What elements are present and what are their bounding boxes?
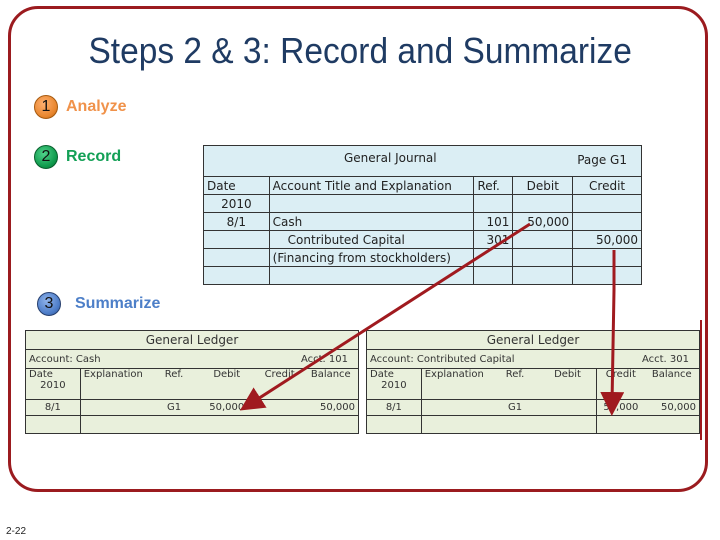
cell-credit [572, 266, 642, 285]
cell-date: 8/1 [366, 399, 422, 416]
cell-date [203, 266, 270, 285]
cell-credit [572, 248, 642, 267]
journal-row: 2010 [203, 194, 642, 213]
cell-ref: 101 [473, 212, 514, 231]
cell-credit [255, 399, 304, 416]
ledger-row [25, 415, 360, 434]
cell-explanation [420, 399, 492, 416]
ledger-account-name: Account: Contributed Capital [370, 353, 515, 365]
ledger-year: 2010 [381, 380, 407, 391]
cell-credit [572, 212, 642, 231]
cell-date: 8/1 [203, 212, 270, 231]
ledger-account-row: Account: Contributed Capital Acct. 301 [366, 349, 700, 369]
journal-row [203, 266, 642, 285]
cell-balance: 50,000 [644, 399, 700, 416]
cell-credit: 50,000 [572, 230, 642, 249]
slide-title: Steps 2 & 3: Record and Summarize [88, 30, 632, 71]
step-1-badge-icon: 1 [34, 95, 58, 119]
header-account: Account Title and Explanation [268, 176, 475, 195]
cell-ref [473, 194, 514, 213]
cell-date [366, 415, 422, 434]
cell-balance: 50,000 [303, 399, 359, 416]
ledger-title-row: General Ledger [25, 330, 359, 350]
cell-date: 8/1 [25, 399, 81, 416]
cell-ref [473, 266, 514, 285]
step-analyze: 1 Analyze [34, 95, 126, 119]
cell-empty [596, 415, 700, 434]
cell-ref [473, 248, 514, 267]
header-balance: Balance [303, 368, 359, 400]
cell-account: Cash [268, 212, 475, 231]
journal-row: Contributed Capital 301 50,000 [203, 230, 642, 249]
step-1-label: Analyze [66, 98, 127, 115]
header-balance: Balance [644, 368, 700, 400]
cell-debit: 50,000 [197, 399, 256, 416]
cell-empty [420, 415, 598, 434]
ledger-account-number: Acct. 301 [641, 353, 689, 365]
ledger-row: 8/1 G1 50,000 50,000 [366, 399, 700, 416]
journal-title-row: General Journal Page G1 [203, 145, 642, 177]
cell-date [203, 248, 270, 267]
ledger-contributed-capital-table: General Ledger Account: Contributed Capi… [366, 330, 700, 434]
step-3-label: Summarize [75, 295, 161, 312]
ledger-row [366, 415, 700, 434]
cell-empty [79, 415, 360, 434]
cell-account: Contributed Capital [268, 230, 475, 249]
cell-credit [572, 194, 642, 213]
cell-date [25, 415, 81, 434]
cell-debit: 50,000 [512, 212, 574, 231]
ledger-account-name: Account: Cash [29, 353, 101, 365]
step-record: 2 Record [34, 145, 121, 169]
header-debit: Debit [538, 368, 597, 400]
header-credit: Credit [596, 368, 645, 400]
header-debit: Debit [512, 176, 574, 195]
header-explanation: Explanation [420, 368, 492, 400]
cell-ref: 301 [473, 230, 514, 249]
journal-title: General Journal [344, 151, 437, 165]
step-2-label: Record [66, 148, 122, 165]
cell-debit [512, 248, 574, 267]
cell-debit [512, 230, 574, 249]
header-credit: Credit [255, 368, 304, 400]
cell-debit [512, 194, 574, 213]
journal-page: Page G1 [577, 153, 627, 167]
step-summarize: 3 Summarize [37, 292, 160, 316]
ledger-cash-table: General Ledger Account: Cash Acct. 101 D… [25, 330, 360, 434]
ledger-title: General Ledger [25, 330, 359, 350]
ledger-title: General Ledger [366, 330, 700, 350]
ledger-account-number: Acct. 101 [300, 353, 348, 365]
cell-account [268, 194, 475, 213]
journal-row: (Financing from stockholders) [203, 248, 642, 267]
header-date: Date [29, 369, 53, 380]
header-ref: Ref. [491, 368, 539, 400]
header-ref: Ref. [473, 176, 514, 195]
general-journal-table: General Journal Page G1 Date Account Tit… [203, 145, 642, 285]
cell-explanation [79, 399, 151, 416]
journal-header-row: Date Account Title and Explanation Ref. … [203, 176, 642, 195]
header-ref: Ref. [150, 368, 198, 400]
header-credit: Credit [572, 176, 642, 195]
slide-number: 2-22 [6, 526, 27, 537]
cell-account [268, 266, 475, 285]
header-explanation: Explanation [79, 368, 151, 400]
cell-debit [538, 399, 597, 416]
cell-ref: G1 [150, 399, 198, 416]
cell-ref: G1 [491, 399, 539, 416]
ledger-account-row: Account: Cash Acct. 101 [25, 349, 359, 369]
journal-row: 8/1 Cash 101 50,000 [203, 212, 642, 231]
ledger-title-row: General Ledger [366, 330, 700, 350]
cell-date [203, 230, 270, 249]
step-2-badge-icon: 2 [34, 145, 58, 169]
header-date: Date [370, 369, 394, 380]
ledger-row: 8/1 G1 50,000 50,000 [25, 399, 359, 416]
header-debit: Debit [197, 368, 256, 400]
ledger-year: 2010 [40, 380, 66, 391]
cell-date: 2010 [203, 194, 270, 213]
header-date: Date [203, 176, 270, 195]
cell-debit [512, 266, 574, 285]
cell-account: (Financing from stockholders) [268, 248, 475, 267]
step-3-badge-icon: 3 [37, 292, 61, 316]
cell-credit: 50,000 [596, 399, 645, 416]
